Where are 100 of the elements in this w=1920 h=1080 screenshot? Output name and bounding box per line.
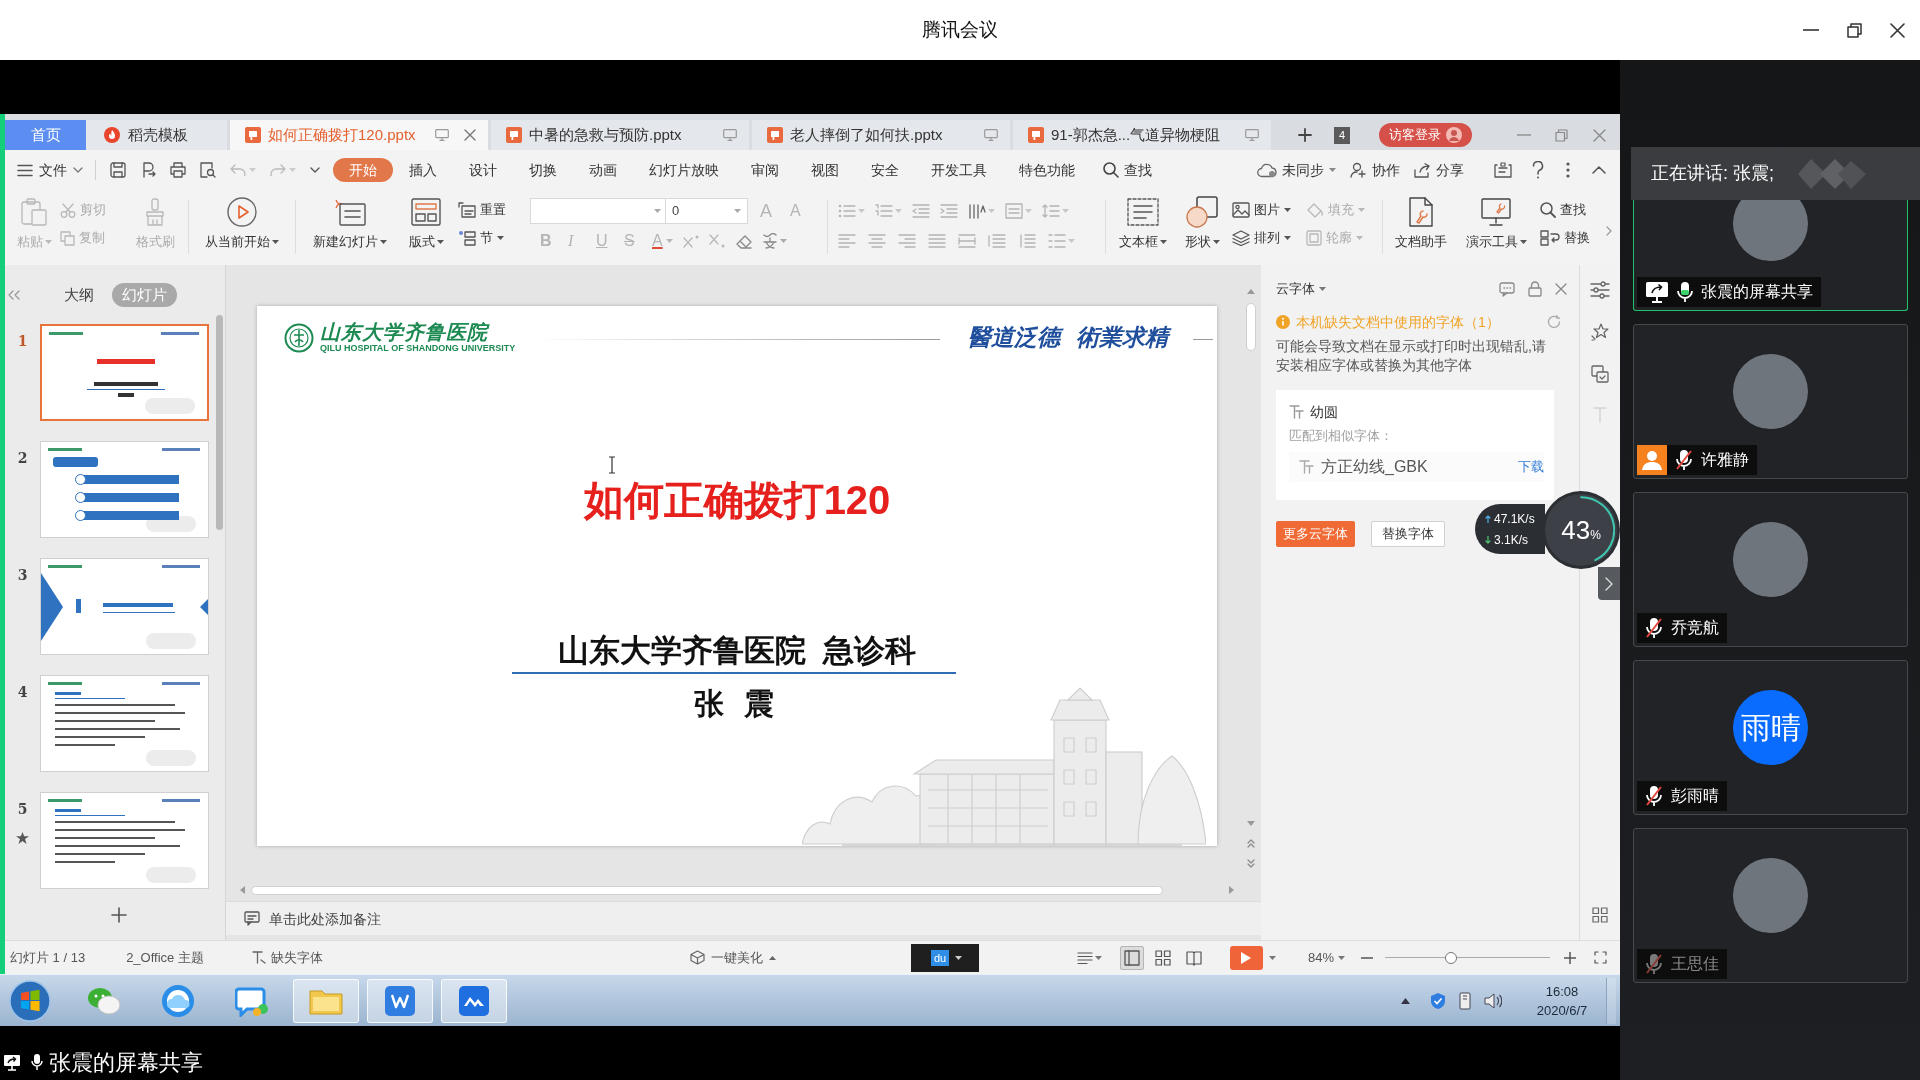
ribbon-tab[interactable]: 开发工具 <box>915 158 1003 182</box>
zoom-out-icon[interactable] <box>1360 956 1373 959</box>
scroll-left-icon[interactable] <box>240 886 245 894</box>
paragraph-spacing-icon[interactable] <box>1018 233 1036 249</box>
notes-field[interactable]: 单击此处添加备注 <box>269 906 669 931</box>
monitor-icon[interactable] <box>435 129 449 141</box>
fit-window-icon[interactable] <box>1593 951 1607 964</box>
plus-icon[interactable] <box>1298 128 1312 142</box>
play-from-current-button[interactable]: 从当前开始 <box>197 196 287 256</box>
start-orb-icon[interactable] <box>9 979 51 1022</box>
previous-slide-icon[interactable] <box>1247 839 1255 848</box>
taskbar-button[interactable] <box>367 978 433 1023</box>
animation-icon[interactable] <box>1591 323 1609 341</box>
ribbon-tab[interactable]: 特色功能 <box>1003 158 1091 182</box>
participant-tile[interactable]: 雨晴 彭雨晴 <box>1633 660 1908 815</box>
collapse-panel-icon[interactable] <box>8 290 20 300</box>
more-icon[interactable] <box>1566 162 1570 178</box>
ribbon-tab[interactable]: 插入 <box>393 158 453 182</box>
caret-icon[interactable] <box>272 240 279 244</box>
caret-icon[interactable] <box>1519 240 1527 244</box>
notes-pane[interactable]: 单击此处添加备注 <box>226 901 1261 935</box>
taskbar-button[interactable] <box>293 978 359 1023</box>
scroll-down-icon[interactable] <box>1247 821 1255 826</box>
show-hidden-icons-icon[interactable] <box>1401 997 1410 1004</box>
customize-caret-icon[interactable] <box>310 167 320 173</box>
subscript-icon[interactable] <box>708 234 725 248</box>
new-slide-button[interactable]: 新建幻灯片 <box>304 196 396 256</box>
caret-icon[interactable] <box>955 955 963 960</box>
zoom-in-icon[interactable] <box>1563 951 1576 964</box>
arrange-button[interactable]: 排列 <box>1232 224 1300 252</box>
align-text-icon[interactable] <box>1005 203 1023 219</box>
find-button[interactable]: 查找 <box>1540 196 1602 224</box>
scrollbar[interactable] <box>216 315 223 530</box>
scroll-up-icon[interactable] <box>1247 289 1255 294</box>
section-button[interactable]: 节 <box>458 224 518 252</box>
save-icon[interactable] <box>110 162 126 178</box>
document-tab[interactable]: 91-郭杰急...气道异物梗阻 <box>1013 120 1271 150</box>
caret-icon[interactable] <box>380 240 387 244</box>
toolbox-icon[interactable] <box>1494 162 1512 178</box>
redo-icon[interactable] <box>270 164 286 176</box>
decrease-indent-icon[interactable] <box>912 203 930 219</box>
next-slide-icon[interactable] <box>1247 859 1255 868</box>
ribbon-tab[interactable]: 幻灯片放映 <box>633 158 735 182</box>
print-icon[interactable] <box>170 162 186 178</box>
zoom-level-menu[interactable]: 84% <box>1307 947 1345 968</box>
caret-icon[interactable] <box>1212 240 1220 244</box>
caret-icon[interactable] <box>1160 240 1167 244</box>
close-icon[interactable] <box>1890 22 1905 38</box>
beautify-button[interactable]: 一键美化 <box>689 947 776 968</box>
numbered-list-icon[interactable] <box>875 203 893 219</box>
feedback-icon[interactable] <box>1499 281 1515 297</box>
scroll-right-icon[interactable] <box>1606 225 1612 236</box>
notes-view-icon[interactable] <box>1076 951 1093 964</box>
slide-thumbnail[interactable] <box>40 324 209 421</box>
monitor-icon[interactable] <box>723 129 737 141</box>
document-assistant-button[interactable]: 文档助手 <box>1389 196 1453 256</box>
ribbon-tab[interactable]: 安全 <box>855 158 915 182</box>
text-direction-icon[interactable] <box>968 203 986 219</box>
bullet-options-icon[interactable] <box>1048 233 1066 249</box>
align-left-icon[interactable] <box>838 233 856 249</box>
distribute-icon[interactable] <box>958 233 976 249</box>
slide-thumbnail[interactable] <box>40 675 209 772</box>
slide-thumbnail[interactable] <box>40 441 209 538</box>
properties-icon[interactable] <box>1590 281 1610 299</box>
side-expand-tab[interactable] <box>1598 567 1620 600</box>
refresh-icon[interactable] <box>1547 315 1561 329</box>
monitor-icon[interactable] <box>984 129 998 141</box>
network-speed-widget[interactable]: 47.1K/s 3.1K/s <box>1475 504 1545 554</box>
shapes-button[interactable]: 形状 <box>1178 196 1226 256</box>
font-name-field[interactable] <box>530 198 666 224</box>
slide-thumbnail[interactable] <box>40 558 209 655</box>
ribbon-tab[interactable]: 切换 <box>513 158 573 182</box>
presentation-tools-button[interactable]: 演示工具 <box>1458 196 1534 256</box>
zoom-slider[interactable] <box>1384 951 1550 964</box>
ribbon-tab[interactable]: 视图 <box>795 158 855 182</box>
shield-icon[interactable] <box>1430 991 1446 1010</box>
copy-format-icon[interactable] <box>1591 365 1609 383</box>
replace-font-button[interactable]: 替换字体 <box>1371 521 1445 547</box>
participant-tile[interactable]: 许雅静 <box>1633 324 1908 479</box>
font-size-field[interactable]: 0 <box>666 198 748 224</box>
phonetic-guide-icon[interactable] <box>761 233 778 249</box>
caret-icon[interactable] <box>1284 208 1291 212</box>
template-tab[interactable]: 稻壳模板 <box>86 120 227 150</box>
play-button[interactable] <box>1229 945 1263 970</box>
collaborate-button[interactable]: 协作 <box>1350 159 1400 181</box>
guest-login-button[interactable]: 访客登录 <box>1379 123 1472 147</box>
close-tab-icon[interactable] <box>464 129 476 141</box>
undo-icon[interactable] <box>230 164 246 176</box>
document-tab[interactable]: 老人摔倒了如何扶.pptx <box>752 120 1010 150</box>
collapse-icon[interactable] <box>1592 166 1606 174</box>
layout-button[interactable]: 版式 <box>402 196 450 256</box>
bullet-list-icon[interactable] <box>838 203 856 219</box>
vertical-scrollbar[interactable] <box>1246 303 1256 351</box>
search-button[interactable]: 查找 <box>1103 159 1152 181</box>
align-right-icon[interactable] <box>898 233 916 249</box>
print-preview-icon[interactable] <box>200 162 216 178</box>
reset-button[interactable]: 重置 <box>458 196 518 224</box>
add-slide-icon[interactable] <box>111 907 127 923</box>
document-tab[interactable]: 中暑的急救与预防.pptx <box>491 120 749 150</box>
window-count-button[interactable]: 4 <box>1334 126 1350 144</box>
